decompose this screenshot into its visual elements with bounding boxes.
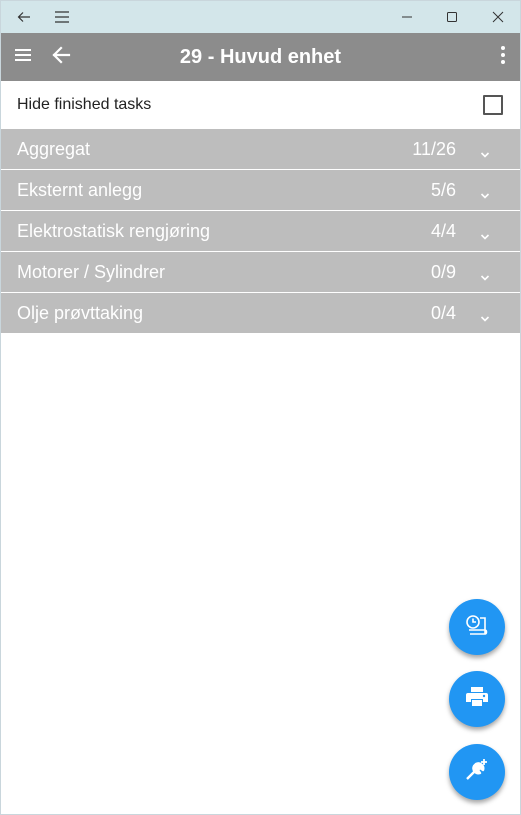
group-count: 4/4 [430, 221, 456, 241]
minimize-icon [401, 11, 413, 23]
print-fab-button[interactable] [449, 671, 505, 727]
task-group-motorer-sylindrer[interactable]: Motorer / Sylindrer 0/9 [1, 252, 520, 293]
group-count: 5/6 [430, 180, 456, 200]
hamburger-icon [54, 10, 70, 24]
more-vertical-icon [500, 45, 506, 70]
hamburger-icon [14, 48, 32, 67]
window-titlebar [1, 1, 520, 33]
window-close-button[interactable] [475, 1, 520, 33]
add-tool-icon [464, 757, 490, 788]
group-name: Motorer / Sylindrer [17, 262, 166, 282]
chevron-down-icon [479, 185, 491, 199]
back-button[interactable] [45, 33, 77, 81]
drawer-menu-button[interactable] [7, 33, 39, 81]
app-bar: 29 - Huvud enhet [1, 33, 520, 81]
print-icon [465, 686, 489, 713]
chevron-down-icon [479, 226, 491, 240]
window-maximize-button[interactable] [429, 1, 475, 33]
task-group-elektrostatisk-rengjoring[interactable]: Elektrostatisk rengjøring 4/4 [1, 211, 520, 252]
group-count: 0/4 [430, 303, 456, 323]
more-options-button[interactable] [489, 33, 517, 81]
task-group-aggregat[interactable]: Aggregat 11/26 [1, 129, 520, 170]
chevron-down-icon [479, 144, 491, 158]
hide-finished-checkbox[interactable] [483, 95, 503, 115]
group-name: Olje prøvttaking [17, 303, 144, 323]
task-group-olje-provetaking[interactable]: Olje prøvttaking 0/4 [1, 293, 520, 334]
group-count: 11/26 [412, 139, 456, 159]
chevron-down-icon [479, 267, 491, 281]
app-window: 29 - Huvud enhet Hide finished tasks Agg… [0, 0, 521, 815]
group-name: Aggregat [17, 139, 91, 159]
add-tool-fab-button[interactable] [449, 744, 505, 800]
task-group-eksternt-anlegg[interactable]: Eksternt anlegg 5/6 [1, 170, 520, 211]
hide-finished-row[interactable]: Hide finished tasks [1, 81, 520, 129]
page-title: 29 - Huvud enhet [179, 46, 342, 68]
timesheet-fab-button[interactable] [449, 599, 505, 655]
maximize-icon [446, 11, 458, 23]
window-menu-button[interactable] [39, 1, 85, 33]
back-arrow-icon [51, 45, 71, 69]
hide-finished-label: Hide finished tasks [17, 96, 152, 113]
group-name: Eksternt anlegg [17, 180, 143, 200]
back-arrow-icon [16, 9, 32, 25]
group-count: 0/9 [430, 262, 456, 282]
timesheet-clock-icon [464, 612, 490, 643]
group-name: Elektrostatisk rengjøring [17, 221, 211, 241]
close-icon [492, 11, 504, 23]
window-minimize-button[interactable] [384, 1, 430, 33]
task-group-list: Aggregat 11/26 Eksternt anlegg 5/6 Elekt… [1, 129, 520, 334]
chevron-down-icon [479, 308, 491, 322]
